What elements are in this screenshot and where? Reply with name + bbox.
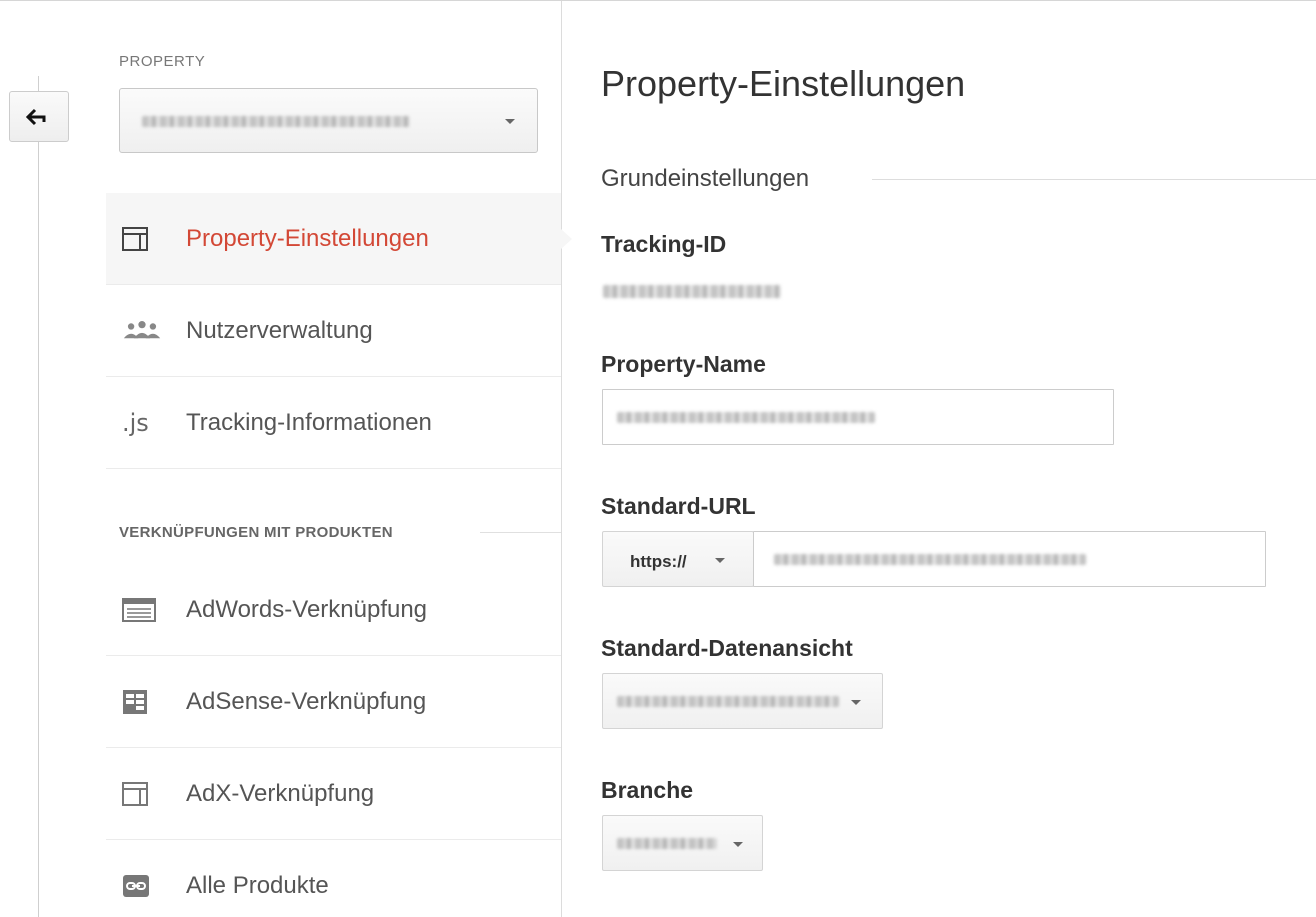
property-name-label: Property-Name <box>601 351 766 377</box>
tracking-id-value <box>603 285 781 298</box>
adsense-icon <box>122 687 162 717</box>
active-item-pointer <box>561 229 572 249</box>
page-title: Property-Einstellungen <box>601 63 966 104</box>
sidebar-item-adx[interactable]: AdX-Verknüpfung <box>106 748 561 840</box>
protocol-value: https:// <box>630 552 687 571</box>
sidebar-item-tracking-info[interactable]: .js Tracking-Informationen <box>106 377 561 469</box>
link-icon <box>122 871 162 901</box>
protocol-select[interactable]: https:// <box>602 531 754 587</box>
default-view-select[interactable] <box>602 673 883 729</box>
products-section-label: VERKNÜPFUNGEN MIT PRODUKTEN <box>119 524 393 541</box>
sidebar-item-label: AdWords-Verknüpfung <box>186 595 428 623</box>
sidebar-item-label: Property-Einstellungen <box>186 224 429 252</box>
property-select-value <box>142 116 410 127</box>
property-section-label: PROPERTY <box>119 53 206 70</box>
sidebar-item-user-management[interactable]: Nutzerverwaltung <box>106 285 561 377</box>
settings-nav: PROPERTY Property-Einstellungen Nutzerve… <box>0 1 561 917</box>
sidebar-item-label: Alle Produkte <box>186 872 329 899</box>
default-url-value <box>774 554 1086 565</box>
sidebar-item-all-products[interactable]: Alle Produkte <box>106 840 561 917</box>
js-glyph: .js <box>122 408 149 437</box>
default-view-label: Standard-Datenansicht <box>601 635 853 661</box>
chevron-down-icon <box>733 842 743 847</box>
industry-value <box>617 838 717 849</box>
chevron-down-icon <box>851 700 861 705</box>
industry-label: Branche <box>601 777 694 803</box>
default-url-input[interactable] <box>753 531 1266 587</box>
sidebar-item-label: Nutzerverwaltung <box>186 316 373 344</box>
subsection-title: Grundeinstellungen <box>601 165 810 192</box>
sidebar-item-label: Tracking-Informationen <box>186 408 432 436</box>
default-url-label: Standard-URL <box>601 493 756 519</box>
sidebar-item-property-settings[interactable]: Property-Einstellungen <box>106 193 561 285</box>
users-icon <box>122 316 162 346</box>
property-name-input[interactable] <box>602 389 1114 445</box>
layout-icon <box>122 224 162 254</box>
industry-select[interactable] <box>602 815 763 871</box>
chevron-down-icon <box>715 558 725 563</box>
sidebar-item-adwords[interactable]: AdWords-Verknüpfung <box>106 564 561 656</box>
products-section-rule <box>480 532 561 533</box>
chevron-down-icon <box>505 119 515 124</box>
column-divider <box>561 1 562 917</box>
property-select[interactable] <box>119 88 538 153</box>
adx-icon <box>122 779 162 809</box>
default-view-value <box>617 696 839 707</box>
sidebar-item-adsense[interactable]: AdSense-Verknüpfung <box>106 656 561 748</box>
subsection-rule <box>872 179 1316 180</box>
adwords-icon <box>122 595 162 625</box>
tracking-id-label: Tracking-ID <box>601 231 727 257</box>
js-icon: .js <box>122 408 162 438</box>
sidebar-item-label: AdSense-Verknüpfung <box>186 687 427 715</box>
sidebar-item-label: AdX-Verknüpfung <box>186 779 375 807</box>
property-name-value <box>617 412 875 423</box>
property-settings-page: PROPERTY Property-Einstellungen Nutzerve… <box>0 0 1316 917</box>
